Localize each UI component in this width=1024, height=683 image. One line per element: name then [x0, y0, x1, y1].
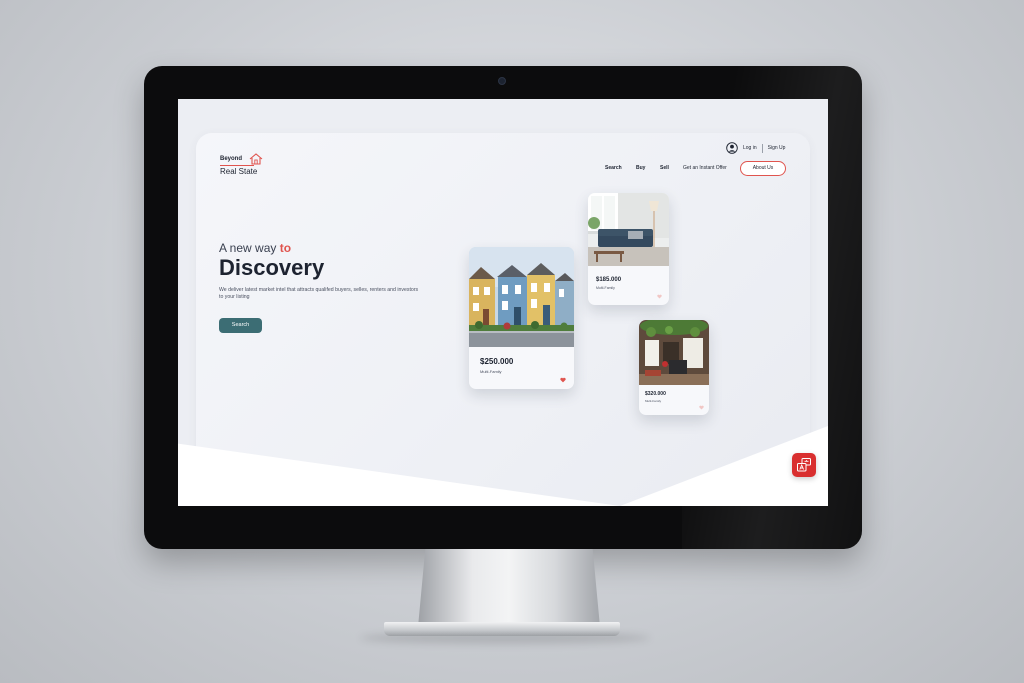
- listing-type: Multi-Family: [596, 286, 615, 290]
- listing-photo-living-room: [588, 193, 669, 266]
- listing-card[interactable]: $250.000 Multi-Family: [469, 247, 574, 389]
- heart-icon[interactable]: [699, 405, 704, 410]
- listing-price: $250.000: [480, 357, 514, 366]
- listing-card[interactable]: $320.000 Multi-Family: [639, 320, 709, 415]
- listing-photo-row-houses: [469, 247, 574, 347]
- hero-tagline-accent: to: [279, 241, 292, 255]
- listing-price: $185.000: [596, 277, 622, 283]
- signup-link[interactable]: Sign Up: [768, 145, 786, 151]
- user-circle-icon[interactable]: [726, 142, 738, 154]
- about-us-button[interactable]: About Us: [740, 161, 786, 176]
- hero-tagline: A new way to: [219, 241, 291, 255]
- listing-card[interactable]: $185.000 Multi-Family: [588, 193, 669, 305]
- brand-name-bottom: Real State: [220, 167, 258, 176]
- hero-tagline-prefix: A new way: [219, 241, 280, 255]
- screen: Beyond Real State Log in Sign Up Search …: [178, 99, 828, 506]
- monitor-base: [384, 622, 620, 636]
- nav-sell[interactable]: Sell: [660, 165, 669, 175]
- webcam: [498, 77, 506, 85]
- account-divider: [761, 143, 763, 153]
- translate-button[interactable]: [792, 453, 816, 477]
- heart-icon[interactable]: [657, 294, 662, 299]
- nav-buy[interactable]: Buy: [636, 165, 645, 175]
- listing-type: Multi-Family: [645, 399, 662, 403]
- listing-type: Multi-Family: [480, 369, 502, 374]
- heart-icon[interactable]: [560, 377, 566, 383]
- brand-logo[interactable]: Beyond Real State: [220, 153, 280, 178]
- brand-underline: [220, 165, 254, 166]
- brand-name-top: Beyond: [220, 156, 243, 162]
- translate-icon: [797, 458, 811, 472]
- nav-search[interactable]: Search: [605, 165, 622, 175]
- house-logo-icon: [249, 153, 263, 165]
- nav-instant-offer[interactable]: Get an Instant Offer: [683, 165, 727, 175]
- login-link[interactable]: Log in: [743, 145, 757, 151]
- account-links: Log in Sign Up: [726, 141, 785, 155]
- hero-description: We deliver latest market intel that attr…: [219, 287, 419, 300]
- listing-photo-interior-plants: [639, 320, 709, 385]
- hero-title: Discovery: [219, 255, 325, 280]
- monitor-stand: [418, 549, 600, 627]
- hero-search-button[interactable]: Search: [219, 318, 262, 333]
- listing-price: $320.000: [645, 391, 666, 397]
